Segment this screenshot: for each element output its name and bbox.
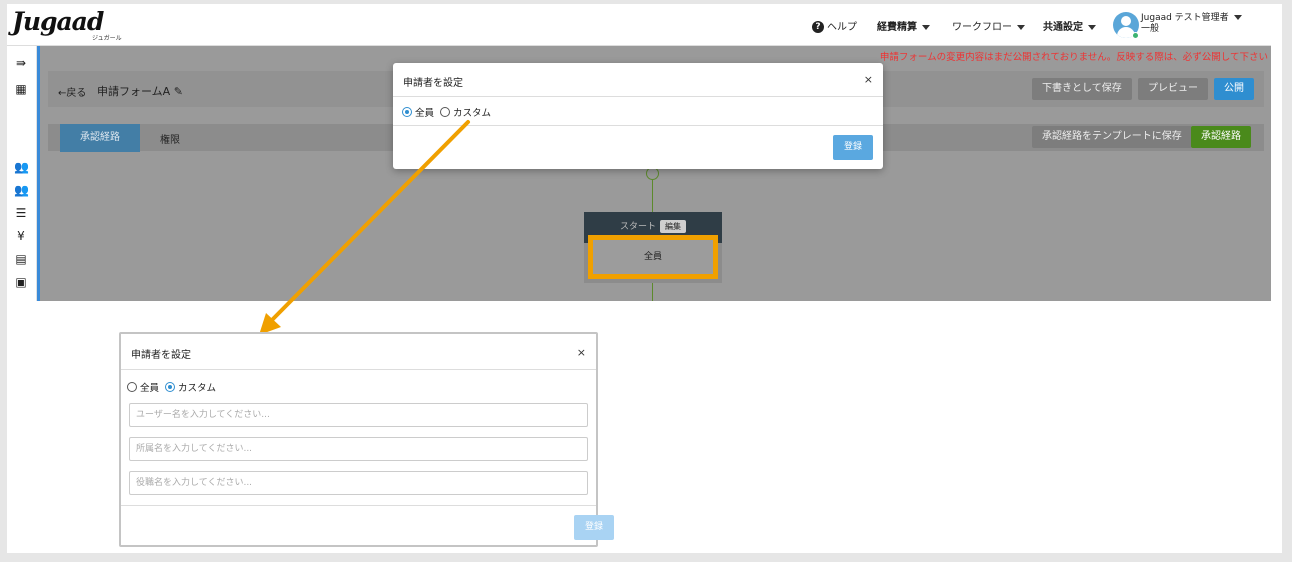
expense-menu[interactable]: 経費精算 <box>877 18 930 33</box>
tab-permission[interactable]: 権限 <box>160 131 180 146</box>
user-role: 一般 <box>1141 24 1160 34</box>
radio-all[interactable] <box>127 382 137 392</box>
form-name[interactable]: 申請フォームA ✎ <box>97 83 183 99</box>
highlighted-applicant-target[interactable]: 全員 <box>588 235 718 279</box>
modal-divider <box>393 96 883 97</box>
radio-custom[interactable] <box>440 107 451 117</box>
approval-route-button[interactable]: 承認経路 <box>1191 126 1251 148</box>
help-menu[interactable]: ? ヘルプ <box>812 18 857 33</box>
modal-title: 申請者を設定 <box>403 78 463 89</box>
chevron-down-icon <box>922 24 930 30</box>
building-icon[interactable]: ▦ <box>14 82 28 96</box>
users-icon[interactable]: 👥 <box>14 160 29 174</box>
department-input[interactable] <box>129 437 588 461</box>
app-logo[interactable]: Jugaad <box>12 7 104 36</box>
chevron-down-icon <box>1017 24 1025 30</box>
chevron-down-icon <box>1088 24 1096 30</box>
tab-approval-route[interactable]: 承認経路 <box>60 124 140 152</box>
yen-icon[interactable]: ¥ <box>14 229 28 243</box>
radio-custom[interactable] <box>165 382 176 392</box>
flow-connector <box>652 283 653 301</box>
register-button[interactable]: 登録 <box>833 135 873 160</box>
radio-all-label[interactable]: 全員 <box>140 383 159 394</box>
save-draft-button[interactable]: 下書きとして保存 <box>1032 78 1132 100</box>
close-icon[interactable]: × <box>864 73 873 86</box>
applicant-radio-group: 全員 カスタム <box>127 380 222 394</box>
chevron-down-icon <box>1233 15 1242 20</box>
applicant-radio-group: 全員 カスタム <box>402 105 497 119</box>
radio-all-label[interactable]: 全員 <box>415 108 434 119</box>
radio-all[interactable] <box>402 107 412 117</box>
unpublished-warning: 申請フォームの変更内容はまだ公開されておりません。反映する際は、必ず公開して下さ… <box>879 52 1268 63</box>
help-label: ヘルプ <box>827 22 857 33</box>
workflow-menu-label: ワークフロー <box>952 22 1012 33</box>
top-navigation-bar: Jugaad ジュガール ? ヘルプ 経費精算 ワークフロー 共通設定 Jugaa… <box>7 4 1271 46</box>
radio-custom-label[interactable]: カスタム <box>453 108 491 119</box>
group-icon[interactable]: 👥 <box>14 183 29 197</box>
modal-divider <box>121 505 596 506</box>
tutorial-canvas: Jugaad ジュガール ? ヘルプ 経費精算 ワークフロー 共通設定 Jugaa… <box>7 4 1282 553</box>
modal-title: 申請者を設定 <box>131 350 191 361</box>
online-status-icon <box>1132 32 1139 39</box>
help-icon: ? <box>812 21 824 33</box>
common-settings-label: 共通設定 <box>1043 22 1083 33</box>
app-screenshot: Jugaad ジュガール ? ヘルプ 経費精算 ワークフロー 共通設定 Jugaa… <box>7 4 1271 301</box>
radio-custom-label[interactable]: カスタム <box>178 383 216 394</box>
save-as-template-button[interactable]: 承認経路をテンプレートに保存 <box>1032 126 1192 148</box>
start-node-label: スタート <box>619 222 656 232</box>
pencil-icon[interactable]: ✎ <box>174 85 183 98</box>
document-icon[interactable]: ▤ <box>14 252 28 266</box>
modal-divider <box>121 369 596 370</box>
publish-button[interactable]: 公開 <box>1214 78 1254 100</box>
left-sidebar: ⇛ ▦ 👥 👥 ☰ ¥ ▤ ▣ <box>7 46 37 301</box>
user-menu[interactable]: Jugaad テスト管理者 一般 <box>1141 13 1242 35</box>
form-icon[interactable]: ▣ <box>14 275 28 289</box>
position-input[interactable] <box>129 471 588 495</box>
back-link[interactable]: ←戻る <box>58 84 86 99</box>
form-name-label: 申請フォームA <box>97 85 171 98</box>
preview-button[interactable]: プレビュー <box>1138 78 1208 100</box>
user-name: Jugaad テスト管理者 <box>1141 13 1229 23</box>
common-settings-menu[interactable]: 共通設定 <box>1043 18 1096 33</box>
workflow-menu[interactable]: ワークフロー <box>952 18 1025 33</box>
edit-button[interactable]: 編集 <box>660 220 686 233</box>
applicant-modal-custom: 申請者を設定 × 全員 カスタム 登録 <box>119 332 614 547</box>
flow-connector <box>652 180 653 212</box>
expand-sidebar-icon[interactable]: ⇛ <box>14 56 28 70</box>
user-name-input[interactable] <box>129 403 588 427</box>
close-icon[interactable]: × <box>577 346 586 359</box>
register-button[interactable]: 登録 <box>574 515 614 540</box>
modal-divider <box>393 125 883 126</box>
app-logo-subtitle: ジュガール <box>92 35 122 42</box>
expense-menu-label: 経費精算 <box>877 22 917 33</box>
list-icon[interactable]: ☰ <box>14 206 28 220</box>
applicant-modal-all: 申請者を設定 × 全員 カスタム 登録 <box>393 63 883 169</box>
